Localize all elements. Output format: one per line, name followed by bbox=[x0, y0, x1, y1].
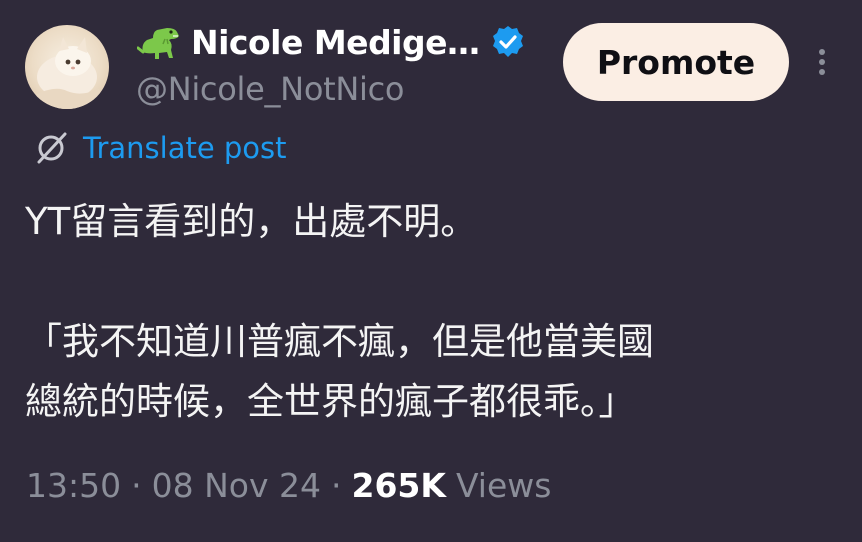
avatar[interactable] bbox=[25, 25, 109, 109]
verified-badge-icon[interactable] bbox=[490, 24, 526, 60]
more-vertical-icon[interactable] bbox=[810, 44, 834, 80]
translate-icon bbox=[37, 132, 67, 164]
meta-separator: · bbox=[131, 466, 142, 505]
post-text: YT留言看到的，出處不明。 「我不知道川普瘋不瘋，但是他當美國 總統的時候，全世… bbox=[25, 192, 835, 432]
promote-button[interactable]: Promote bbox=[563, 23, 789, 101]
post-text-line bbox=[25, 252, 835, 312]
post-meta: 13:50 · 08 Nov 24 · 265K Views bbox=[26, 466, 551, 505]
post-text-line: YT留言看到的，出處不明。 bbox=[25, 200, 478, 243]
views-count[interactable]: 265K bbox=[351, 466, 445, 505]
dinosaur-icon bbox=[137, 28, 179, 59]
translate-post-link[interactable]: Translate post bbox=[33, 130, 287, 166]
post-text-line: 「我不知道川普瘋不瘋，但是他當美國 bbox=[25, 320, 654, 363]
post-date[interactable]: 08 Nov 24 bbox=[152, 466, 321, 505]
translate-post-label: Translate post bbox=[83, 131, 287, 165]
display-name[interactable]: Nicole Medige… bbox=[191, 23, 480, 62]
meta-separator: · bbox=[330, 466, 342, 505]
post-time[interactable]: 13:50 bbox=[26, 466, 121, 505]
post-text-line: 總統的時候，全世界的瘋子都很乖。」 bbox=[25, 380, 636, 423]
post-card: Nicole Medige… @Nicole_NotNico Promote T… bbox=[0, 0, 862, 542]
author-handle[interactable]: @Nicole_NotNico bbox=[136, 70, 404, 108]
views-label[interactable]: Views bbox=[456, 466, 552, 505]
avatar-image bbox=[25, 37, 109, 109]
author-header: Nicole Medige… bbox=[137, 22, 526, 62]
